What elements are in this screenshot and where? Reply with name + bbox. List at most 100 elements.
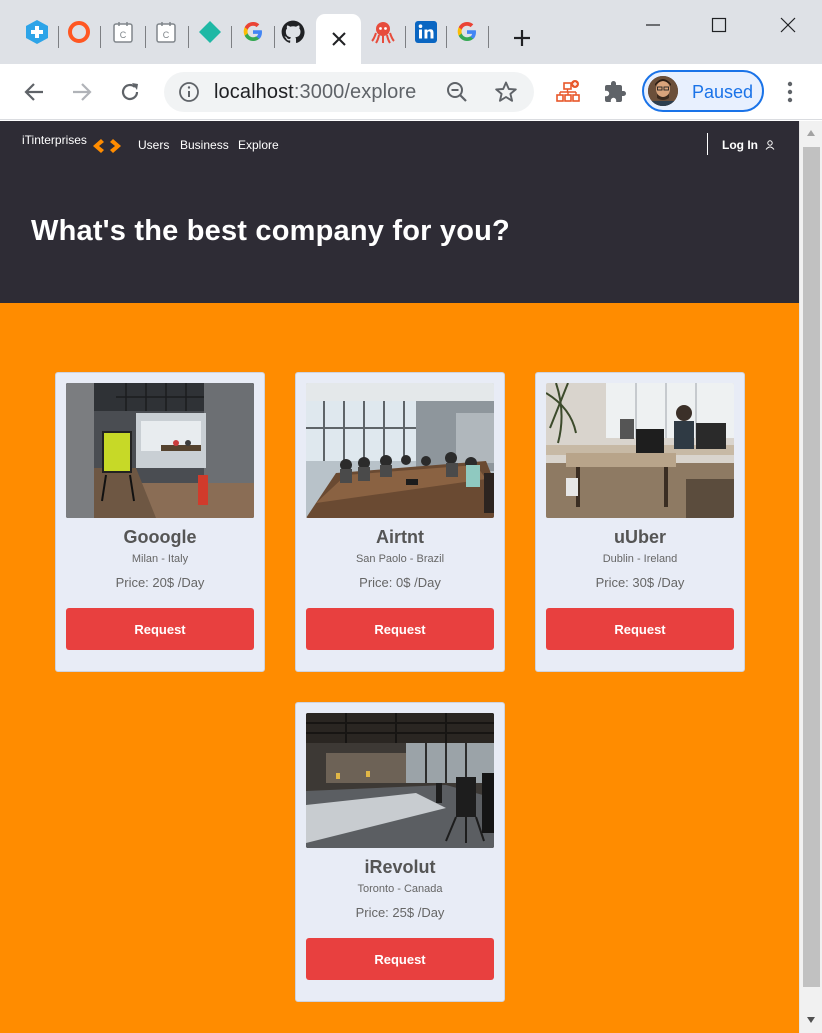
close-icon: [780, 17, 796, 33]
company-name: Airtnt: [376, 527, 424, 547]
office-photo: [66, 383, 254, 518]
code-brackets-logo-icon[interactable]: [92, 138, 122, 154]
scroll-thumb[interactable]: [803, 147, 820, 987]
close-icon[interactable]: [331, 31, 347, 47]
tab-octopus[interactable]: [368, 17, 398, 47]
nav-users[interactable]: Users: [138, 138, 169, 152]
company-name: uUber: [613, 527, 666, 547]
linkedin-icon: [415, 21, 437, 43]
login-button[interactable]: Log In: [722, 138, 775, 152]
arrow-left-icon: [24, 83, 43, 101]
company-price: Price: 30$ /Day: [595, 575, 685, 590]
google-icon: [243, 22, 262, 41]
company-name: Gooogle: [123, 527, 197, 547]
user-icon: [765, 140, 775, 150]
company-price: Price: 25$ /Day: [355, 905, 445, 920]
tab-google-2[interactable]: [452, 17, 482, 47]
company-card: uUber Dublin - Ireland Price: 30$ /Day R…: [535, 372, 745, 672]
company-location: Milan - Italy: [131, 553, 189, 565]
google-icon: [457, 22, 476, 41]
company-card: iRevolut Toronto - Canada Price: 25$ /Da…: [295, 702, 505, 1002]
ring-icon: [68, 21, 90, 43]
minimize-icon: [646, 24, 660, 26]
back-button[interactable]: [19, 77, 49, 107]
medical-cross-icon: [26, 20, 48, 44]
request-button[interactable]: Request: [546, 608, 734, 650]
request-button[interactable]: Request: [66, 608, 254, 650]
company-name: iRevolut: [364, 857, 436, 877]
profile-status: Paused: [692, 82, 754, 102]
triangle-down-icon: [807, 1017, 815, 1023]
calendar-c-icon: C: [113, 22, 133, 43]
close-window-button[interactable]: [773, 10, 803, 40]
forward-button[interactable]: [67, 77, 97, 107]
info-icon[interactable]: [178, 81, 200, 103]
tab-ring[interactable]: [64, 17, 94, 47]
plus-icon: [514, 30, 530, 46]
company-card: Gooogle Milan - Italy Price: 20$ /Day Re…: [55, 372, 265, 672]
company-price: Price: 0$ /Day: [359, 575, 441, 590]
arrow-right-icon: [73, 83, 92, 101]
tab-calendar-1[interactable]: C: [108, 17, 138, 47]
url-host: localhost: [214, 81, 294, 103]
page-scrollbar[interactable]: [799, 121, 822, 1033]
extensions-button[interactable]: [600, 77, 630, 107]
maximize-button[interactable]: [704, 10, 734, 40]
browser-tabstrip: C C: [0, 0, 822, 64]
calendar-c-icon: C: [156, 22, 176, 43]
tab-medical[interactable]: [22, 17, 52, 47]
office-photo: [306, 383, 494, 518]
zoom-out-icon[interactable]: [446, 81, 468, 103]
reload-icon: [121, 83, 139, 101]
github-icon: [281, 20, 305, 43]
minimize-button[interactable]: [638, 10, 668, 40]
brand-name[interactable]: iTinterprises: [22, 133, 87, 147]
company-card: Airtnt San Paolo - Brazil Price: 0$ /Day…: [295, 372, 505, 672]
office-photo: [546, 383, 734, 518]
active-tab[interactable]: [316, 14, 361, 64]
svg-text:C: C: [120, 30, 127, 40]
page-viewport: iTinterprises Users Business Explore Log…: [0, 121, 799, 1033]
tab-separator: [231, 26, 232, 48]
scroll-up-button[interactable]: [805, 127, 817, 139]
tab-separator: [446, 26, 447, 48]
diamond-icon: [199, 21, 221, 43]
svg-text:C: C: [163, 30, 170, 40]
tab-separator: [145, 26, 146, 48]
sitemap-icon: [556, 80, 580, 102]
tab-linkedin[interactable]: [411, 17, 441, 47]
more-vertical-icon: [787, 81, 793, 103]
browser-menu-button[interactable]: [776, 77, 804, 107]
company-price: Price: 20$ /Day: [115, 575, 205, 590]
office-photo: [306, 713, 494, 848]
tab-separator: [188, 26, 189, 48]
reload-button[interactable]: [115, 77, 145, 107]
request-button[interactable]: Request: [306, 938, 494, 980]
tab-separator: [488, 26, 489, 48]
tab-diamond[interactable]: [195, 17, 225, 47]
app-header: iTinterprises Users Business Explore Log…: [0, 121, 799, 303]
profile-button[interactable]: Paused: [642, 70, 764, 112]
octopus-icon: [371, 22, 395, 44]
url-path: :3000/explore: [293, 81, 417, 103]
maximize-icon: [711, 17, 727, 33]
scroll-down-button[interactable]: [805, 1014, 817, 1026]
nav-explore[interactable]: Explore: [238, 138, 279, 152]
bookmark-star-icon[interactable]: [494, 80, 518, 104]
url-text[interactable]: localhost:3000/explore: [214, 81, 416, 104]
request-button[interactable]: Request: [306, 608, 494, 650]
company-location: San Paolo - Brazil: [355, 553, 445, 565]
tab-google-1[interactable]: [238, 17, 268, 47]
tab-github[interactable]: [278, 17, 308, 47]
nav-divider: [707, 133, 708, 155]
tab-calendar-2[interactable]: C: [151, 17, 181, 47]
extension-sitemap[interactable]: [553, 77, 583, 107]
company-location: Toronto - Canada: [357, 883, 443, 895]
nav-business[interactable]: Business: [180, 138, 229, 152]
tab-separator: [100, 26, 101, 48]
new-tab-button[interactable]: [508, 24, 536, 52]
avatar: [648, 76, 678, 106]
company-location: Dublin - Ireland: [602, 553, 678, 565]
address-bar[interactable]: localhost:3000/explore: [164, 72, 534, 112]
tab-separator: [405, 26, 406, 48]
